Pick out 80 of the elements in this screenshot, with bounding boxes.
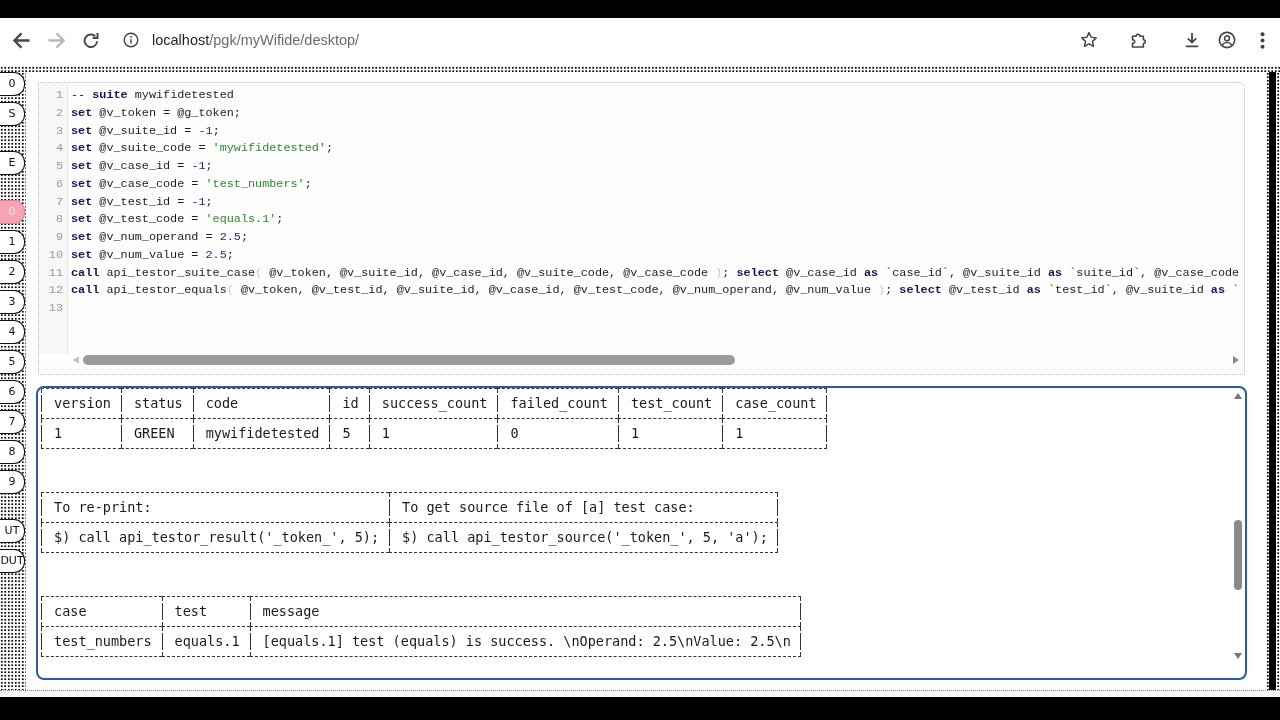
column-header: success_count: [368, 388, 498, 419]
line-number: 10: [47, 246, 64, 264]
table-cell: 1: [368, 418, 498, 449]
side-tab[interactable]: 3: [0, 290, 25, 314]
scroll-right-icon[interactable]: [1233, 356, 1239, 364]
column-header: test: [161, 596, 250, 627]
side-tab[interactable]: 0: [0, 72, 25, 96]
table-cell: $) call api_testor_result('_token_', 5);: [41, 522, 390, 553]
side-tab[interactable]: 6: [0, 380, 25, 404]
menu-icon[interactable]: [1260, 31, 1265, 49]
back-arrow-icon[interactable]: [13, 31, 30, 49]
code-line: set @v_num_value = 2.5;: [71, 246, 234, 264]
line-number: 1: [54, 87, 64, 104]
account-icon[interactable]: [1218, 31, 1236, 49]
side-tab[interactable]: 7: [0, 410, 25, 434]
column-header: test_count: [617, 388, 723, 419]
line-number: 5: [54, 158, 64, 175]
side-tab[interactable]: 2: [0, 260, 25, 284]
code-line: set @v_case_id = -1;: [71, 158, 213, 175]
scrollbar-thumb[interactable]: [1234, 520, 1242, 590]
line-number: 12: [47, 282, 64, 300]
puzzle-icon[interactable]: [1130, 31, 1148, 49]
table-cell: $) call api_testor_source('_token_', 5, 'a');: [389, 522, 778, 553]
column-header: id: [329, 388, 369, 419]
code-line: call api_testor_equals( @v_token, @v_test_id, @v_suite_id, @v_case_id, @v_test_code, @v_num_operand, @v_num_value ); select @v_test_id as `test_id`, @v_suite_id as `: [71, 282, 1240, 300]
column-header: message: [249, 596, 801, 627]
table-cell: 1: [41, 418, 121, 449]
column-header: status: [120, 388, 193, 419]
column-header: case: [41, 596, 162, 627]
side-tab[interactable]: DUT: [0, 549, 25, 573]
side-tab[interactable]: 5: [0, 350, 25, 374]
column-header: To re-print:: [41, 492, 390, 523]
side-tab[interactable]: S: [0, 102, 25, 126]
table-cell: GREEN: [120, 418, 193, 449]
column-header: case_count: [722, 388, 827, 419]
side-tab[interactable]: 9: [0, 470, 25, 494]
column-header: version: [41, 388, 121, 419]
side-tab[interactable]: E: [0, 151, 25, 175]
code-editor[interactable]: [38, 82, 1245, 375]
code-line: set @v_suite_id = -1;: [71, 122, 220, 140]
line-number: 11: [47, 264, 64, 282]
download-icon[interactable]: [1183, 31, 1201, 49]
table-cell: mywifidetested: [192, 418, 330, 449]
side-tab[interactable]: UT: [0, 519, 25, 543]
scrollbar-thumb[interactable]: [83, 355, 736, 365]
table-cell: test_numbers: [41, 626, 162, 657]
code-line: set @v_num_operand = 2.5;: [71, 229, 249, 246]
table-cell: 5: [329, 418, 369, 449]
side-tab[interactable]: 8: [0, 440, 25, 464]
line-number: 3: [54, 122, 64, 140]
column-header: failed_count: [497, 388, 618, 419]
code-line: -- suite mywifidetested: [71, 87, 234, 104]
scroll-up-icon[interactable]: [1234, 393, 1242, 399]
info-icon[interactable]: [123, 32, 139, 48]
code-line: set @v_test_code = 'equals.1';: [71, 211, 284, 229]
table-cell: 1: [722, 418, 827, 449]
scroll-down-icon[interactable]: [1234, 653, 1242, 659]
address-field[interactable]: localhost/pgk/myWifide/desktop/: [152, 32, 360, 48]
star-icon[interactable]: [1080, 31, 1098, 49]
line-number: 9: [54, 229, 64, 246]
side-tab[interactable]: 1: [0, 230, 25, 254]
table-cell: 0: [497, 418, 618, 449]
line-number: 2: [54, 104, 64, 122]
column-header: To get source file of [a] test case:: [389, 492, 778, 523]
table-cell: [equals.1] test (equals) is success. \nOperand: 2.5\nValue: 2.5\n: [249, 626, 801, 657]
code-line: set @v_case_code = 'test_numbers';: [71, 175, 312, 193]
line-number: 6: [54, 175, 64, 193]
line-number: 7: [54, 193, 64, 211]
line-number: 8: [54, 211, 64, 229]
reload-icon[interactable]: [83, 31, 99, 49]
column-header: code: [192, 388, 330, 419]
code-line: call api_testor_suite_case( @v_token, @v_suite_id, @v_case_id, @v_suite_code, @v_case_code ); select @v_case_id as `case_id`, @v_suite_id as `suite_id`, @v_case_code: [71, 264, 1240, 282]
code-line: set @v_token = @g_token;: [71, 104, 241, 122]
table-cell: equals.1: [161, 626, 250, 657]
table-cell: 1: [617, 418, 723, 449]
line-number: 13: [47, 300, 64, 317]
line-number: 4: [54, 140, 64, 158]
side-tab[interactable]: 4: [0, 320, 25, 344]
code-line: set @v_test_id = -1;: [71, 193, 213, 211]
code-line: set @v_suite_code = 'mywifidetested';: [71, 140, 333, 158]
